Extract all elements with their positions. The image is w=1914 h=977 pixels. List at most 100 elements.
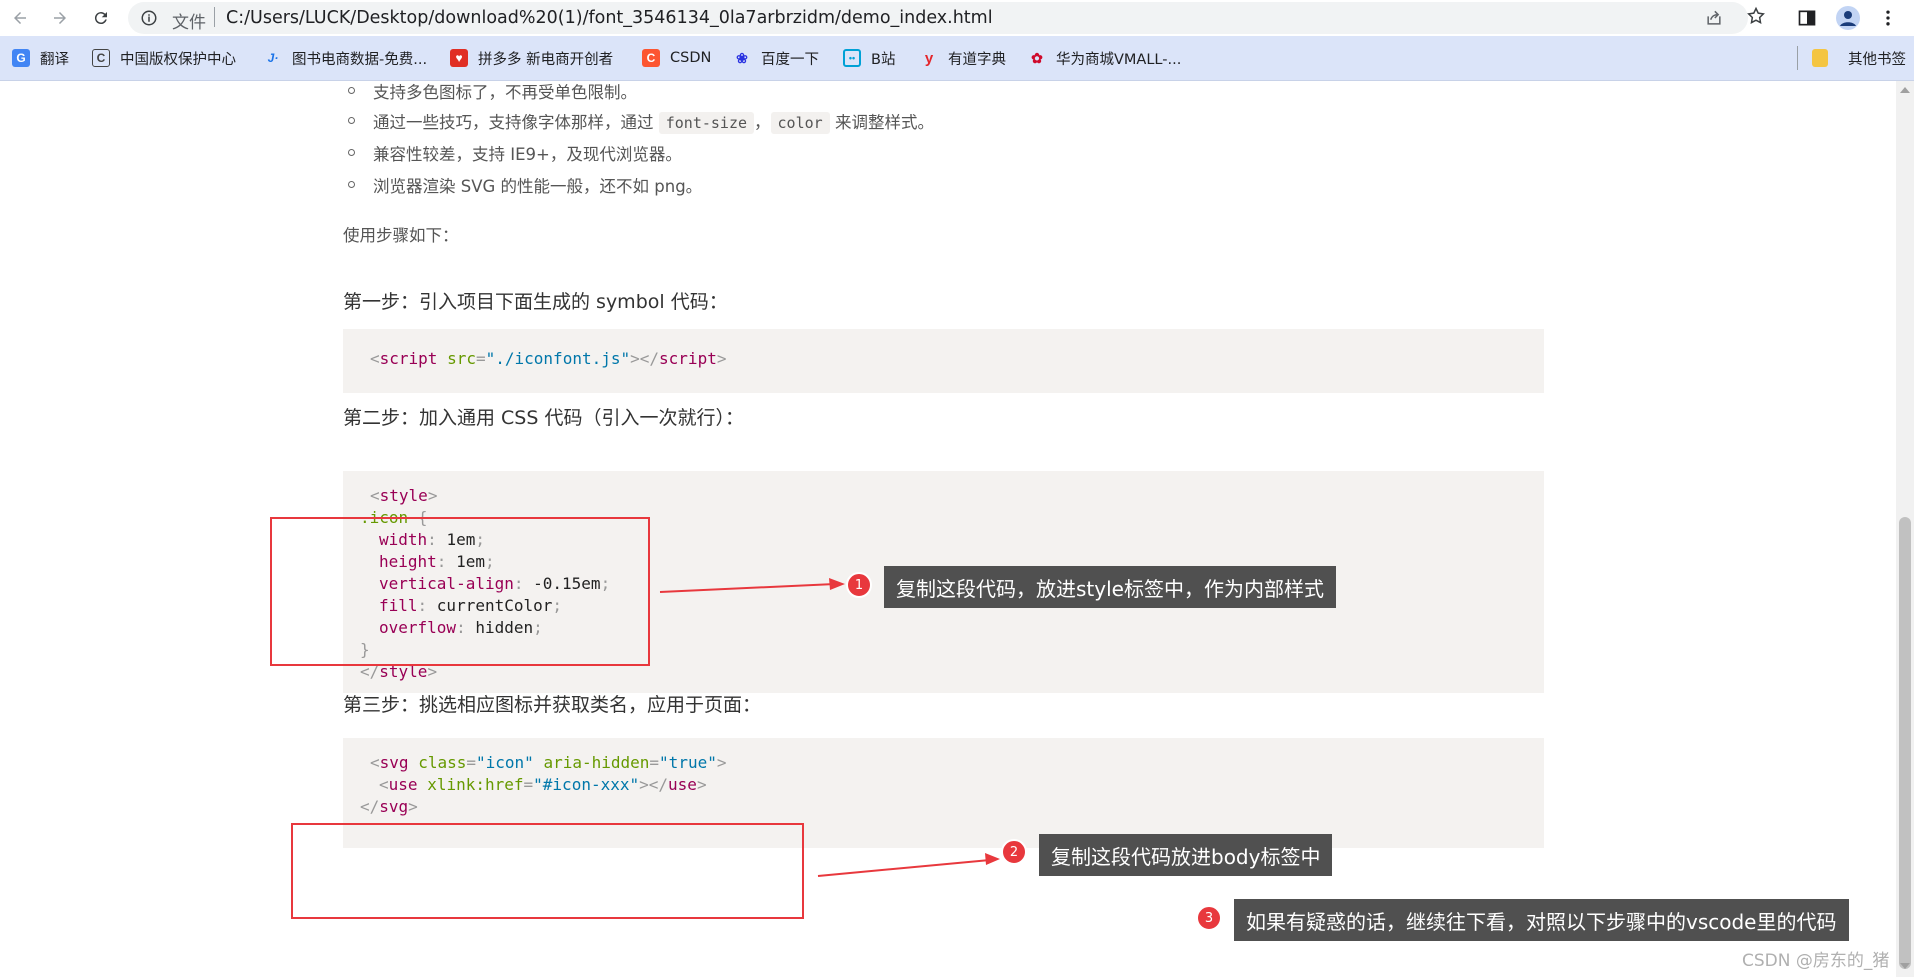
list-item-text: 浏览器渲染 SVG 的性能一般，还不如 png。 [373,177,703,196]
inline-code: font-size [658,112,755,134]
other-bookmarks-label: 其他书签 [1848,51,1906,68]
bookmark-huawei[interactable]: ✿ 华为商城VMALL-... [1028,46,1181,70]
code-token: "./iconfont.js" [485,349,631,368]
bullet-marker [348,87,355,94]
browser-toolbar: 文件 C:/Users/LUCK/Desktop/download%20(1)/… [0,0,1914,36]
text-segment: 通过一些技巧，支持像字体那样，通过 [373,113,654,132]
code-token: > [427,486,438,505]
url-text[interactable]: C:/Users/LUCK/Desktop/download%20(1)/fon… [226,8,993,28]
code-token: ></ [630,349,660,368]
csdn-watermark: CSDN @房东的_猪 [1742,951,1890,971]
arrow-left-icon [14,12,26,24]
code-token: src [447,349,476,368]
profile-button[interactable] [1836,6,1860,30]
code-line: <script src="./iconfont.js"></script> [370,349,726,368]
back-button[interactable] [6,4,34,32]
annotation-badge-1: 1 [846,572,872,598]
pinduoduo-icon: ♥ [450,49,468,67]
code-token: < [370,349,380,368]
bookmark-label: CSDN [670,50,712,66]
youdao-icon: y [924,49,934,67]
book-data-icon: J· [267,51,279,65]
bookmark-pinduoduo[interactable]: ♥ 拼多多 新电商开创者 [450,46,613,70]
code-token: < [370,753,380,772]
folder-icon [1812,49,1828,67]
highlight-box-svg [291,823,804,919]
copyright-center-icon: C [92,49,110,67]
reload-button[interactable] [87,4,115,32]
baidu-icon: ❀ [736,49,748,66]
forward-button[interactable] [46,4,74,32]
page-scrollbar[interactable] [1896,81,1914,977]
bookmark-star-icon[interactable] [1746,6,1766,26]
code-token: use [668,775,697,794]
text-segment: 来调整样式。 [834,113,934,132]
code-token: "true" [659,753,717,772]
code-token: aria-hidden [543,753,650,772]
list-item-text: 通过一些技巧，支持像字体那样，通过 font-size， color 来调整样式。 [373,109,934,134]
code-token: > [696,775,707,794]
scroll-down-icon[interactable] [1900,963,1910,969]
code-token: = [475,349,486,368]
bookmark-label: 百度一下 [761,51,819,68]
code-token: svg [379,797,409,816]
arrow-right-icon [54,12,66,24]
list-item-text: 兼容性较差，支持 IE9+，及现代浏览器。 [373,145,682,164]
step-three-heading: 第三步：挑选相应图标并获取类名，应用于页面： [343,694,762,716]
text-segment: ， [754,113,771,132]
csdn-icon: C [642,49,660,67]
bookmark-youdao[interactable]: y 有道字典 [920,46,1006,70]
code-token: ></ [639,775,669,794]
code-token: > [716,349,727,368]
bullet-marker [348,149,355,156]
side-panel-button[interactable] [1795,6,1819,30]
avatar-icon [1836,6,1860,30]
bookmark-baidu[interactable]: ❀ 百度一下 [733,46,819,70]
step-one-heading: 第一步：引入项目下面生成的 symbol 代码： [343,291,728,313]
page-content: 支持多色图标了，不再受单色限制。 通过一些技巧，支持像字体那样，通过 font-… [0,81,1896,977]
code-token: script [379,349,438,368]
share-icon[interactable] [1704,8,1724,28]
usage-intro: 使用步骤如下： [343,226,459,245]
address-bar[interactable]: 文件 C:/Users/LUCK/Desktop/download%20(1)/… [128,2,1748,34]
code-token: class [418,753,467,772]
annotation-tooltip-3: 如果有疑惑的话，继续往下看，对照以下步骤中的vscode里的代码 [1234,899,1849,941]
code-token: < [379,775,389,794]
arrow-2-head [985,853,1000,865]
url-scheme-label: 文件 [172,13,206,33]
bookmark-label: 拼多多 新电商开创者 [478,51,614,68]
arrow-2-line [817,859,991,877]
code-token: "icon" [476,753,534,772]
bookmark-copyright-center[interactable]: C 中国版权保护中心 [92,46,236,70]
huawei-icon: ✿ [1031,49,1043,66]
bookmark-translate[interactable]: G 翻译 [12,46,69,70]
annotation-tooltip-1: 复制这段代码，放进style标签中，作为内部样式 [884,566,1336,608]
code-line: <style> [370,486,437,505]
scroll-up-icon[interactable] [1900,87,1910,93]
bookmark-label: 图书电商数据-免费... [292,51,428,68]
info-icon[interactable] [140,9,158,27]
code-line: <use xlink:href="#icon-xxx"></use> [379,775,707,794]
bookmark-bilibili[interactable]: •• B站 [843,46,895,70]
other-bookmarks-folder[interactable]: 其他书签 [1812,46,1906,70]
highlight-box-css [270,517,650,666]
bookmark-book-data[interactable]: J· 图书电商数据-免费... [264,46,427,70]
code-token: use [388,775,418,794]
code-line: </svg> [360,797,418,816]
side-panel-icon [1798,10,1816,26]
code-token: > [408,797,418,816]
bookmarks-divider [1797,46,1798,70]
code-token: < [370,486,380,505]
code-token: svg [379,753,409,772]
reload-icon [94,12,107,25]
bookmark-csdn[interactable]: C CSDN [642,46,711,70]
scrollbar-thumb[interactable] [1899,517,1911,969]
bookmark-label: 有道字典 [948,51,1006,68]
code-line: <svg class="icon" aria-hidden="true"> [370,753,727,772]
bookmark-label: 中国版权保护中心 [120,51,236,68]
bookmark-label: 华为商城VMALL-... [1056,51,1182,68]
menu-button[interactable] [1876,6,1900,30]
annotation-badge-2: 2 [1001,839,1027,865]
bullet-marker [348,117,355,124]
bookmarks-bar: G 翻译 C 中国版权保护中心 J· 图书电商数据-免费... ♥ 拼多多 新电… [0,36,1914,81]
